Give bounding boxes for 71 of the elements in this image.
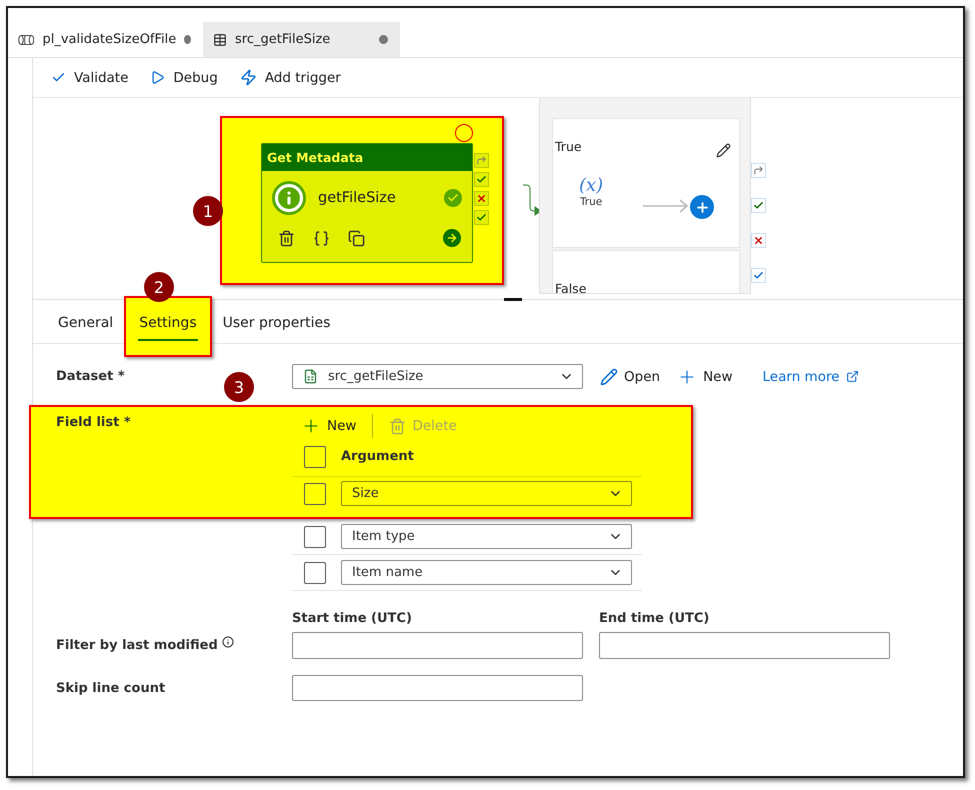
field-label: Start time (UTC)	[292, 611, 413, 626]
spreadsheet-file-icon	[303, 369, 318, 384]
arrow-icon	[643, 199, 689, 213]
variable-label: True	[580, 196, 602, 208]
activity-name: getFileSize	[318, 190, 397, 206]
action-button[interactable]: New	[677, 366, 733, 386]
argument-dropdown[interactable]: Size	[341, 481, 632, 506]
trash-icon	[389, 418, 406, 434]
start-time-field[interactable]	[292, 632, 583, 659]
panel-tab[interactable]: General	[45, 300, 126, 343]
skip-port-icon[interactable]	[474, 153, 489, 168]
toolbar-button[interactable]: Validate	[51, 70, 128, 86]
step-number-badge: 1	[193, 196, 223, 226]
case-title: True	[555, 139, 582, 154]
toolbar-button[interactable]: Add trigger	[240, 69, 341, 86]
tab-label: pl_validateSizeOfFile	[42, 32, 176, 47]
success-port-icon[interactable]	[474, 172, 489, 187]
toolbar-button[interactable]: Debug	[150, 70, 218, 86]
step-number-badge: 3	[224, 372, 254, 402]
external-link-icon	[846, 370, 859, 383]
success-port-icon[interactable]	[751, 198, 766, 213]
panel-tab[interactable]: User properties	[210, 300, 344, 343]
checkbox[interactable]	[304, 526, 326, 548]
add-activity-button[interactable]	[690, 195, 714, 219]
dataset-dropdown[interactable]: src_getFileSize	[292, 364, 583, 389]
checkbox[interactable]	[304, 446, 326, 468]
connector-arrow	[523, 183, 541, 217]
action-button[interactable]: Open	[600, 368, 660, 386]
lightning-icon	[240, 69, 257, 86]
completion-port-icon[interactable]	[474, 210, 489, 225]
end-time-field[interactable]	[599, 632, 890, 659]
pencil-icon	[600, 368, 618, 386]
play-icon	[150, 70, 166, 85]
braces-icon[interactable]	[313, 230, 330, 246]
field-label: Field list *	[56, 415, 132, 430]
failure-port-icon[interactable]	[751, 233, 766, 248]
arrow-circle-icon[interactable]	[443, 229, 461, 247]
trash-icon[interactable]	[278, 230, 295, 246]
circle-marker	[455, 124, 473, 142]
plus-icon	[694, 200, 710, 214]
case-title: False	[555, 281, 586, 293]
skip-line-count-field[interactable]	[292, 675, 583, 701]
field-label: End time (UTC)	[599, 611, 710, 626]
checkbox[interactable]	[304, 482, 326, 504]
skip-port-icon[interactable]	[751, 163, 766, 178]
checkbox[interactable]	[304, 562, 326, 584]
argument-dropdown[interactable]: Item name	[341, 560, 632, 585]
field-label: Skip line count	[56, 680, 166, 696]
failure-port-icon[interactable]	[474, 191, 489, 206]
field-label: Dataset *	[56, 369, 126, 384]
field-action-button[interactable]: New	[301, 416, 356, 436]
pipeline-icon	[18, 32, 34, 46]
pencil-icon[interactable]	[716, 143, 731, 158]
column-header: Argument	[341, 449, 414, 464]
info-icon	[222, 636, 234, 648]
splitter-handle[interactable]	[504, 298, 522, 301]
panel-tab[interactable]: Settings	[124, 296, 212, 357]
completion-port-icon[interactable]	[751, 268, 766, 283]
variable-symbol: (x)	[579, 175, 604, 196]
info-icon	[272, 181, 306, 215]
step-number-badge: 2	[144, 272, 174, 302]
activity-type: Get Metadata	[262, 144, 472, 171]
field-label: Filter by last modified	[56, 638, 292, 659]
learn-more-link[interactable]: Learn more	[762, 368, 859, 384]
argument-dropdown[interactable]: Item type	[341, 524, 632, 549]
activity-node[interactable]: Get Metadata getFileSize	[261, 143, 473, 263]
check-circle-icon	[444, 189, 462, 207]
tab-label: src_getFileSize	[235, 32, 332, 47]
table-icon	[213, 32, 227, 46]
copy-icon[interactable]	[348, 230, 365, 246]
file-tab[interactable]: src_getFileSize	[203, 22, 400, 57]
